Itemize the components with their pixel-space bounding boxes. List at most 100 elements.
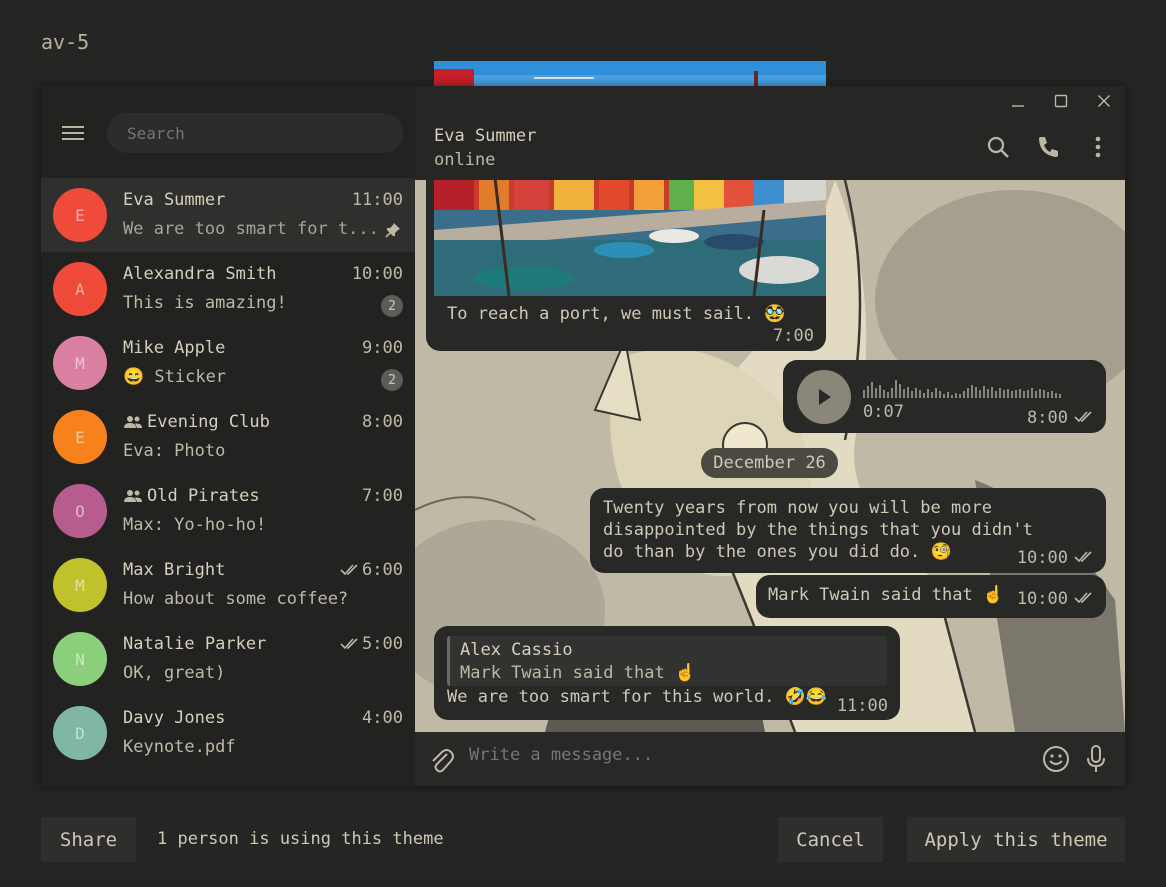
message-time: 8:00 xyxy=(1027,408,1068,428)
apply-theme-button[interactable]: Apply this theme xyxy=(907,817,1125,862)
double-check-icon xyxy=(1074,592,1092,604)
avatar: E xyxy=(53,410,107,464)
telegram-window: E Eva Summer 11:00 We are too smart for … xyxy=(41,86,1125,786)
chat-preview: Eva: Photo xyxy=(123,441,226,461)
chat-item-evening-club[interactable]: E Evening Club 8:00 Eva: Photo xyxy=(41,400,415,474)
reply-quoted-text: Mark Twain said that ☝️ xyxy=(460,663,697,683)
chat-time: 11:00 xyxy=(351,190,403,210)
avatar: A xyxy=(53,262,107,316)
maximize-button[interactable] xyxy=(1039,86,1082,116)
chat-name: Eva Summer xyxy=(123,190,226,210)
message-area[interactable]: To reach a port, we must sail. 🥸 7:00 0:… xyxy=(415,180,1125,732)
chat-name: Alexandra Smith xyxy=(123,264,277,284)
reply-quote[interactable]: Alex Cassio Mark Twain said that ☝️ xyxy=(447,636,887,686)
chat-panel: Eva Summer online To reach a port, we mu… xyxy=(415,86,1125,786)
photo-message[interactable]: To reach a port, we must sail. 🥸 7:00 xyxy=(426,180,826,351)
chat-time: 10:00 xyxy=(351,264,403,284)
message-composer xyxy=(415,732,1125,786)
chat-preview: Keynote.pdf xyxy=(123,737,236,757)
avatar: N xyxy=(53,632,107,686)
chat-time: 4:00 xyxy=(362,708,403,728)
avatar: M xyxy=(53,558,107,612)
close-button[interactable] xyxy=(1082,86,1125,116)
chat-item-old-pirates[interactable]: O Old Pirates 7:00 Max: Yo-ho-ho! xyxy=(41,474,415,548)
close-icon xyxy=(1097,95,1110,107)
play-button[interactable] xyxy=(797,370,851,424)
avatar: O xyxy=(53,484,107,538)
chat-preview: 😄 Sticker xyxy=(123,367,227,387)
pin-icon xyxy=(385,223,400,238)
chat-preview: Max: Yo-ho-ho! xyxy=(123,515,267,535)
chat-actions xyxy=(985,134,1111,160)
unread-badge: 2 xyxy=(381,295,403,317)
photo-top-strip xyxy=(434,61,826,87)
hamburger-menu-icon[interactable] xyxy=(61,123,85,143)
message-time: 7:00 xyxy=(773,326,814,346)
chat-name-text: Old Pirates xyxy=(147,486,260,506)
double-check-icon xyxy=(340,564,358,576)
chat-time: 7:00 xyxy=(362,486,403,506)
outgoing-message[interactable]: Mark Twain said that ☝️ 10:00 xyxy=(756,575,1106,618)
play-icon xyxy=(819,389,831,405)
voice-duration: 0:07 xyxy=(863,402,904,422)
chat-time-text: 6:00 xyxy=(362,560,403,580)
chat-name: Max Bright xyxy=(123,560,226,580)
harbor-photo[interactable] xyxy=(434,180,826,296)
chat-status: online xyxy=(434,150,496,170)
sidebar: E Eva Summer 11:00 We are too smart for … xyxy=(41,86,415,786)
cancel-button[interactable]: Cancel xyxy=(778,817,883,862)
chat-preview: How about some coffee? xyxy=(123,589,349,609)
message-time: 10:00 xyxy=(1016,548,1068,568)
phone-icon[interactable] xyxy=(1035,134,1061,160)
chat-name: Evening Club xyxy=(123,412,270,432)
more-icon[interactable] xyxy=(1085,134,1111,160)
minimize-icon xyxy=(1011,105,1024,107)
chat-list: E Eva Summer 11:00 We are too smart for … xyxy=(41,178,415,770)
chat-item-natalie-parker[interactable]: N Natalie Parker 5:00 OK, great) xyxy=(41,622,415,696)
incoming-reply-message[interactable]: Alex Cassio Mark Twain said that ☝️ We a… xyxy=(434,626,900,720)
emoji-icon[interactable] xyxy=(1041,744,1071,774)
search-icon[interactable] xyxy=(985,134,1011,160)
double-check-icon xyxy=(1074,551,1092,563)
chat-name: Davy Jones xyxy=(123,708,226,728)
chat-title[interactable]: Eva Summer xyxy=(434,126,536,146)
unread-badge: 2 xyxy=(381,369,403,391)
chat-item-eva-summer[interactable]: E Eva Summer 11:00 We are too smart for … xyxy=(41,178,415,252)
window-controls xyxy=(996,86,1125,116)
photo-caption: To reach a port, we must sail. 🥸 xyxy=(447,304,786,324)
chat-item-mike-apple[interactable]: M Mike Apple 9:00 😄 Sticker 2 xyxy=(41,326,415,400)
maximize-icon xyxy=(1054,94,1067,108)
sidebar-header xyxy=(41,86,415,180)
share-button[interactable]: Share xyxy=(41,817,136,862)
chat-preview: We are too smart for t... xyxy=(123,219,379,239)
message-text: Mark Twain said that ☝️ xyxy=(768,585,1005,605)
chat-header: Eva Summer online xyxy=(415,116,1125,180)
double-check-icon xyxy=(1074,411,1092,423)
chat-preview: This is amazing! xyxy=(123,293,287,313)
minimize-button[interactable] xyxy=(996,86,1039,116)
voice-message[interactable]: 0:07 8:00 xyxy=(783,360,1106,433)
chat-name: Old Pirates xyxy=(123,486,260,506)
microphone-icon[interactable] xyxy=(1081,744,1111,774)
double-check-icon xyxy=(340,638,358,650)
chat-item-davy-jones[interactable]: D Davy Jones 4:00 Keynote.pdf xyxy=(41,696,415,770)
chat-time: 5:00 xyxy=(340,634,403,654)
avatar: E xyxy=(53,188,107,242)
chat-name-text: Evening Club xyxy=(147,412,270,432)
chat-preview: OK, great) xyxy=(123,663,226,683)
search-input[interactable] xyxy=(107,113,403,153)
group-icon xyxy=(124,416,142,428)
avatar: M xyxy=(53,336,107,390)
chat-time: 9:00 xyxy=(362,338,403,358)
chat-name: Mike Apple xyxy=(123,338,226,358)
reply-author: Alex Cassio xyxy=(460,640,573,660)
chat-item-max-bright[interactable]: M Max Bright 6:00 How about some coffee? xyxy=(41,548,415,622)
message-time: 10:00 xyxy=(1016,589,1068,609)
outgoing-message[interactable]: Twenty years from now you will be more d… xyxy=(590,488,1106,573)
chat-time: 6:00 xyxy=(340,560,403,580)
attach-icon[interactable] xyxy=(428,746,454,774)
chat-item-alexandra-smith[interactable]: A Alexandra Smith 10:00 This is amazing!… xyxy=(41,252,415,326)
message-text: Twenty years from now you will be more d… xyxy=(603,498,1033,562)
message-input[interactable] xyxy=(469,740,1009,770)
message-time: 11:00 xyxy=(836,696,888,716)
